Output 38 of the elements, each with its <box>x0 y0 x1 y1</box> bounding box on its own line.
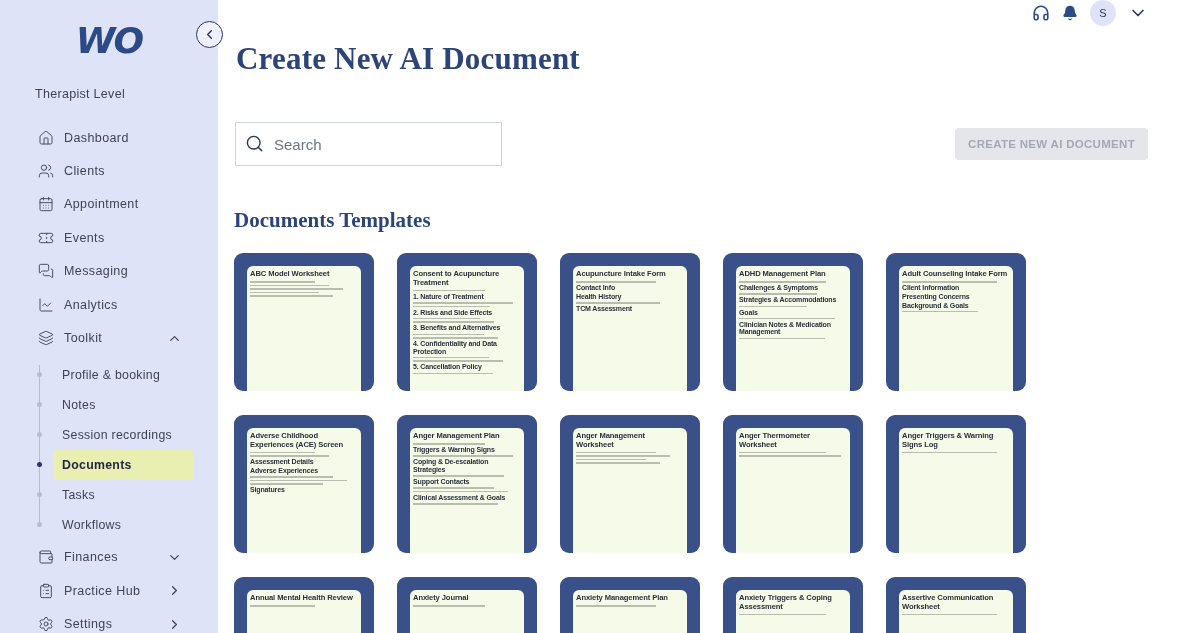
nav-item[interactable]: Analytics <box>64 297 182 312</box>
page-title: Create New AI Document <box>236 41 581 77</box>
nav-subitem[interactable]: Documents <box>53 449 193 480</box>
nav-icon <box>38 296 54 313</box>
nav-item[interactable]: Messaging <box>64 264 182 279</box>
notification-bell-icon[interactable] <box>1062 5 1078 21</box>
nav-item[interactable]: Practice Hub <box>64 583 167 598</box>
nav-item[interactable]: Appointment <box>64 197 182 212</box>
section-title: Documents Templates <box>234 208 432 233</box>
blurred-text-line <box>739 305 808 308</box>
blurred-text-line <box>250 605 315 607</box>
nav-item[interactable]: Settings <box>64 617 167 632</box>
nav-icon <box>38 196 54 213</box>
nav-item[interactable]: Events <box>64 230 182 245</box>
nav-icon <box>38 163 54 180</box>
nav-icon <box>38 549 54 566</box>
user-avatar[interactable]: S <box>1090 0 1116 26</box>
nav-item[interactable]: Toolkit <box>64 331 167 346</box>
logo: WO <box>75 20 143 61</box>
nav-icon <box>38 129 54 146</box>
nav-subitem[interactable]: Notes <box>53 389 193 420</box>
nav-subitem[interactable]: Tasks <box>53 479 193 510</box>
account-level: Therapist Level <box>35 87 126 101</box>
search-icon <box>245 134 264 153</box>
nav-subitem[interactable]: Session recordings <box>53 419 193 450</box>
tree-dot-icon <box>37 462 42 468</box>
headset-icon[interactable] <box>1032 4 1050 22</box>
nav-icon <box>38 330 54 347</box>
nav-item[interactable]: Clients <box>64 164 182 179</box>
nav-item[interactable]: Dashboard <box>64 130 182 145</box>
nav-subitem[interactable]: Workflows <box>53 509 193 540</box>
nav-icon <box>38 616 54 633</box>
nav-subitem[interactable]: Profile & booking <box>53 359 193 390</box>
nav-icon <box>38 263 54 280</box>
nav-item[interactable]: Finances <box>64 550 167 565</box>
nav-icon <box>38 582 54 599</box>
search-field[interactable]: Search <box>235 122 502 166</box>
blurred-text-line <box>413 333 485 335</box>
